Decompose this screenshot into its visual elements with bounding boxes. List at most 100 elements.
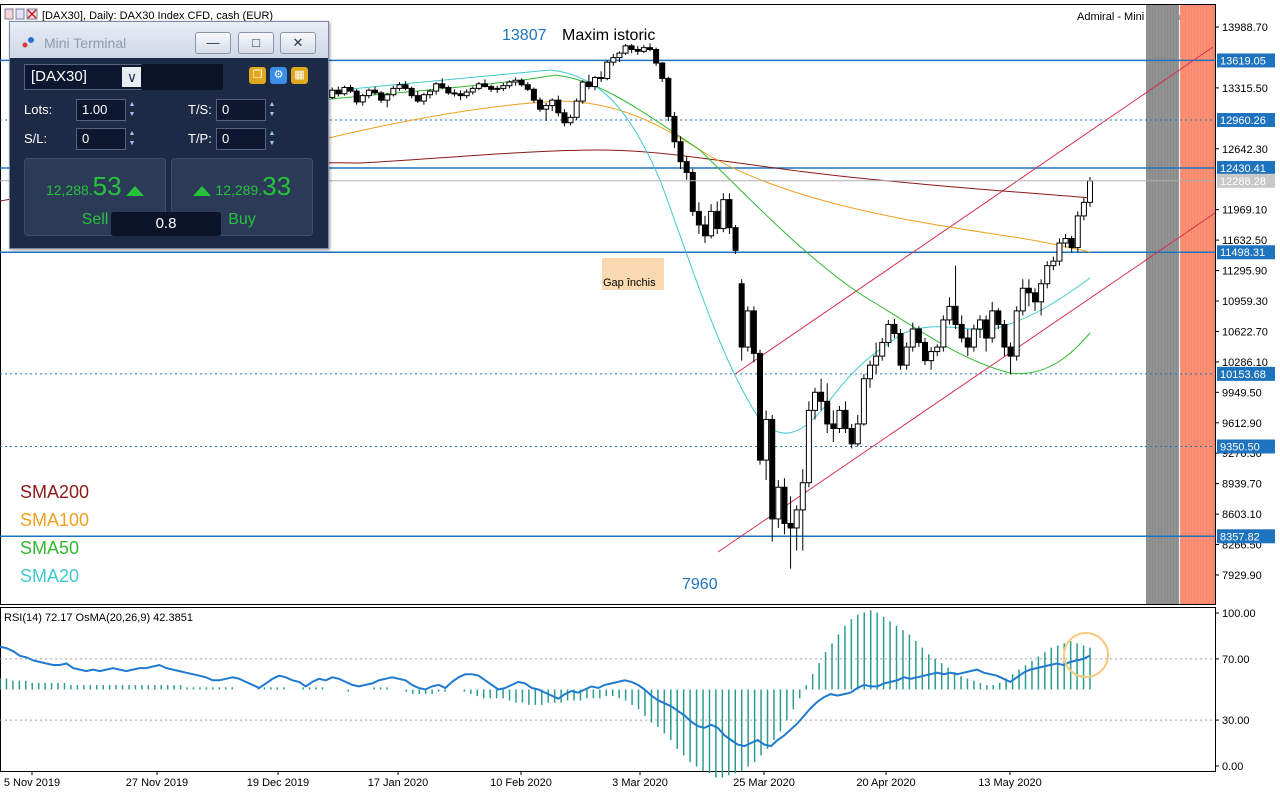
candle[interactable]: [427, 90, 433, 96]
candle[interactable]: [518, 79, 525, 86]
candle[interactable]: [750, 310, 757, 354]
candle[interactable]: [1056, 242, 1063, 262]
candle[interactable]: [1019, 287, 1026, 312]
candle[interactable]: [561, 112, 568, 124]
candle[interactable]: [1080, 201, 1087, 217]
candle[interactable]: [744, 310, 751, 348]
candle[interactable]: [1013, 310, 1020, 357]
candle[interactable]: [787, 522, 794, 529]
candle[interactable]: [378, 92, 385, 101]
ts-spinner-icon[interactable]: ▲ ▼: [267, 100, 277, 120]
candle[interactable]: [579, 81, 586, 102]
candle[interactable]: [842, 409, 849, 429]
candle[interactable]: [934, 346, 941, 353]
candle[interactable]: [634, 48, 641, 52]
candle[interactable]: [695, 210, 702, 226]
candle[interactable]: [983, 319, 990, 339]
candle[interactable]: [482, 83, 488, 88]
maximize-button[interactable]: □: [238, 32, 274, 54]
candle[interactable]: [714, 210, 721, 230]
layout-icon[interactable]: ▦: [291, 67, 308, 84]
candle[interactable]: [958, 323, 965, 339]
candle[interactable]: [671, 115, 678, 143]
candle[interactable]: [433, 83, 440, 92]
candle[interactable]: [885, 323, 892, 344]
candle[interactable]: [506, 81, 513, 87]
candle[interactable]: [860, 378, 867, 425]
candle[interactable]: [1025, 287, 1032, 294]
candle[interactable]: [451, 92, 458, 95]
candle[interactable]: [805, 409, 812, 484]
candle[interactable]: [726, 199, 733, 229]
candle[interactable]: [683, 161, 690, 174]
candle[interactable]: [592, 77, 598, 88]
lot-display[interactable]: 0.8: [111, 212, 221, 236]
candle[interactable]: [543, 105, 550, 110]
candle[interactable]: [848, 427, 855, 445]
candle[interactable]: [616, 52, 623, 59]
candle[interactable]: [1068, 238, 1075, 249]
candle[interactable]: [708, 210, 715, 237]
candle[interactable]: [1087, 180, 1093, 203]
candle[interactable]: [738, 283, 745, 348]
minimize-button[interactable]: —: [195, 32, 231, 54]
candle[interactable]: [732, 227, 739, 251]
candle[interactable]: [928, 351, 935, 362]
candle[interactable]: [689, 172, 696, 212]
candle[interactable]: [396, 84, 403, 89]
candle[interactable]: [610, 57, 617, 63]
candle[interactable]: [439, 83, 446, 88]
candle[interactable]: [628, 45, 635, 50]
candle[interactable]: [720, 199, 727, 230]
candle[interactable]: [952, 305, 959, 325]
lots-spinner-icon[interactable]: ▲ ▼: [127, 100, 137, 120]
candle[interactable]: [659, 62, 666, 79]
candle[interactable]: [830, 423, 837, 429]
copy-icon[interactable]: ❐: [249, 67, 266, 84]
tp-spinner-icon[interactable]: ▲ ▼: [267, 129, 277, 149]
candle[interactable]: [970, 328, 977, 348]
candle[interactable]: [530, 88, 537, 101]
candle[interactable]: [512, 79, 519, 83]
candle[interactable]: [909, 328, 916, 348]
ts-input[interactable]: 0 ▲ ▼: [216, 99, 275, 121]
candle[interactable]: [799, 482, 806, 511]
candle[interactable]: [677, 141, 684, 163]
candle[interactable]: [500, 85, 507, 89]
candle[interactable]: [818, 391, 825, 402]
candlestick-series[interactable]: [317, 43, 1093, 569]
candle[interactable]: [414, 95, 421, 102]
candle[interactable]: [903, 346, 910, 366]
candle[interactable]: [964, 337, 971, 348]
candle[interactable]: [445, 86, 452, 94]
candle[interactable]: [573, 100, 580, 118]
sl-spinner-icon[interactable]: ▲ ▼: [127, 129, 137, 149]
candle[interactable]: [879, 342, 886, 357]
candle[interactable]: [408, 87, 415, 97]
candle[interactable]: [812, 391, 818, 411]
candle[interactable]: [989, 310, 996, 339]
candle[interactable]: [420, 94, 427, 102]
candle[interactable]: [1007, 346, 1014, 357]
candle[interactable]: [775, 486, 782, 520]
candle[interactable]: [891, 323, 898, 334]
candle[interactable]: [604, 61, 611, 79]
mini-terminal[interactable]: Mini Terminal — □ ✕ [DAX30] ∨ ❐ ⚙ ▦ Lots…: [9, 21, 329, 249]
candle[interactable]: [524, 84, 531, 90]
candle[interactable]: [402, 84, 409, 89]
candle[interactable]: [598, 77, 605, 80]
candle[interactable]: [347, 86, 354, 92]
gear-icon[interactable]: ⚙: [270, 67, 287, 84]
candle[interactable]: [372, 89, 378, 94]
candle[interactable]: [854, 423, 861, 445]
candle[interactable]: [977, 319, 983, 330]
candle[interactable]: [824, 400, 831, 425]
candle[interactable]: [1001, 323, 1008, 348]
candle[interactable]: [653, 48, 660, 64]
candle[interactable]: [769, 418, 776, 520]
candle[interactable]: [341, 86, 348, 95]
candle[interactable]: [537, 99, 543, 110]
candle[interactable]: [1032, 292, 1038, 303]
candle[interactable]: [995, 310, 1002, 325]
chevron-down-icon[interactable]: ∨: [122, 67, 142, 87]
